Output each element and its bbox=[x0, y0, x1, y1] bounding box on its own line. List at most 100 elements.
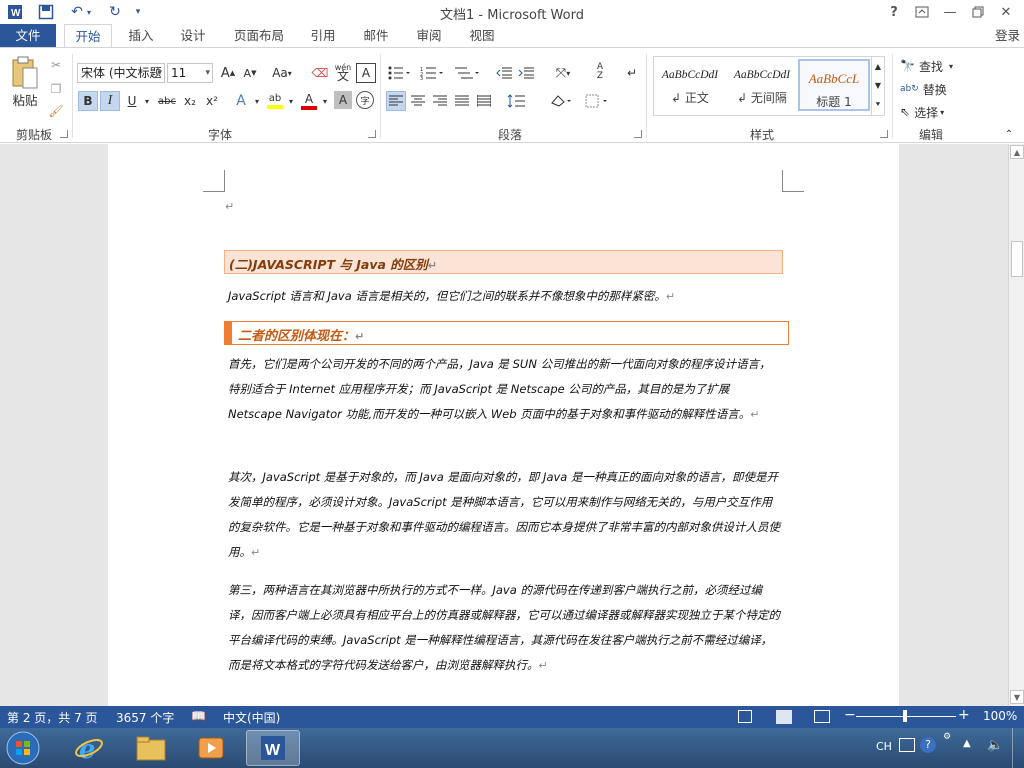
tab-review[interactable]: 审阅 bbox=[408, 24, 450, 48]
borders-icon[interactable] bbox=[582, 91, 612, 111]
cut-icon[interactable]: ✂ bbox=[46, 56, 66, 74]
find-button[interactable]: 🔭 查找 ▾ bbox=[900, 56, 964, 76]
highlight-button[interactable]: ab bbox=[264, 91, 286, 111]
distributed-icon[interactable] bbox=[474, 91, 494, 111]
bullets-button[interactable] bbox=[386, 63, 412, 83]
line-spacing-icon[interactable] bbox=[504, 91, 534, 111]
change-case-button[interactable]: Aa ▾ bbox=[266, 63, 298, 83]
justify-icon[interactable] bbox=[452, 91, 472, 111]
format-painter-icon[interactable]: 🖌 bbox=[46, 102, 66, 120]
character-border-button[interactable]: A bbox=[356, 63, 376, 83]
tab-references[interactable]: 引用 bbox=[302, 24, 344, 48]
login-link[interactable]: 登录 bbox=[995, 24, 1020, 48]
heading-1[interactable]: (二)JAVASCRIPT 与 Java 的区别↵ bbox=[224, 250, 783, 274]
copy-icon[interactable]: ❐ bbox=[46, 80, 66, 98]
style-no-spacing[interactable]: AaBbCcDdI ↲ 无间隔 bbox=[726, 59, 798, 111]
zoom-level[interactable]: 100% bbox=[983, 709, 1017, 723]
close-button[interactable]: ✕ bbox=[994, 2, 1018, 22]
word-count[interactable]: 3657 个字 bbox=[116, 709, 174, 726]
read-mode-icon[interactable] bbox=[738, 710, 752, 723]
scroll-thumb[interactable] bbox=[1011, 241, 1023, 277]
help-icon[interactable]: ? bbox=[920, 737, 936, 753]
document-area[interactable]: ↵ (二)JAVASCRIPT 与 Java 的区别↵ JavaScript 语… bbox=[0, 144, 1008, 706]
font-launcher-icon[interactable] bbox=[368, 130, 376, 138]
chinese-layout-icon[interactable]: ⤧ ▾ bbox=[548, 63, 578, 83]
increase-indent-icon[interactable] bbox=[516, 63, 536, 83]
zoom-out-button[interactable]: − bbox=[844, 707, 856, 723]
underline-button[interactable]: U bbox=[122, 91, 142, 111]
body-paragraph-2[interactable]: 其次，JavaScript 是基于对象的，而 Java 是面向对象的，即 Jav… bbox=[228, 465, 781, 565]
scroll-down-icon[interactable]: ▼ bbox=[1010, 690, 1024, 704]
restore-button[interactable] bbox=[966, 2, 990, 22]
paragraph-launcher-icon[interactable] bbox=[634, 130, 642, 138]
font-name-combo[interactable]: 宋体 (中文标题 ▾ bbox=[77, 63, 165, 83]
font-color-dropdown-icon[interactable]: ▾ bbox=[320, 91, 330, 111]
select-button[interactable]: ⇖ 选择 ▾ bbox=[900, 102, 964, 122]
scroll-up-icon[interactable]: ▲ bbox=[1010, 145, 1024, 159]
text-effects-dropdown-icon[interactable]: ▾ bbox=[252, 91, 262, 111]
style-heading-1[interactable]: AaBbCcL 标题 1 bbox=[798, 59, 870, 111]
replace-button[interactable]: ab↻ 替换 bbox=[900, 79, 964, 99]
tab-file[interactable]: 文件 bbox=[0, 24, 56, 48]
numbering-button[interactable]: 123 bbox=[418, 63, 446, 83]
tab-home[interactable]: 开始 bbox=[64, 24, 112, 48]
keyboard-icon[interactable] bbox=[899, 738, 915, 752]
subscript-button[interactable]: x₂ bbox=[180, 91, 200, 111]
phonetic-guide-button[interactable]: wén 文 bbox=[332, 61, 354, 83]
enclose-characters-button[interactable]: 字 bbox=[356, 91, 374, 109]
sort-icon[interactable]: AZ bbox=[590, 61, 610, 83]
tab-view[interactable]: 视图 bbox=[461, 24, 503, 48]
print-layout-icon[interactable] bbox=[776, 710, 792, 724]
intro-paragraph[interactable]: JavaScript 语言和 Java 语言是相关的，但它们之间的联系并不像想象… bbox=[228, 284, 781, 309]
web-layout-icon[interactable] bbox=[814, 710, 830, 723]
font-size-combo[interactable]: 11 ▾ bbox=[167, 63, 213, 83]
vertical-scrollbar[interactable]: ▲ ▼ bbox=[1008, 144, 1024, 706]
tab-page-layout[interactable]: 页面布局 bbox=[226, 24, 292, 48]
font-color-button[interactable]: A bbox=[298, 91, 320, 111]
superscript-button[interactable]: x² bbox=[202, 91, 222, 111]
styles-launcher-icon[interactable] bbox=[880, 130, 888, 138]
paste-button[interactable]: 粘贴 bbox=[6, 54, 44, 110]
show-hidden-icons-icon[interactable]: ▲ bbox=[963, 738, 971, 749]
ime-settings-icon[interactable]: ⚙ bbox=[943, 732, 951, 742]
tab-design[interactable]: 设计 bbox=[172, 24, 214, 48]
tab-insert[interactable]: 插入 bbox=[120, 24, 162, 48]
input-method-indicator[interactable]: CH bbox=[876, 740, 892, 753]
body-paragraph-3[interactable]: 第三，两种语言在其浏览器中所执行的方式不一样。Java 的源代码在传递到客户端执… bbox=[228, 578, 781, 678]
highlight-dropdown-icon[interactable]: ▾ bbox=[286, 91, 296, 111]
show-desktop-button[interactable] bbox=[1012, 728, 1024, 768]
taskbar-explorer[interactable] bbox=[124, 730, 178, 766]
minimize-button[interactable]: — bbox=[938, 2, 962, 22]
styles-scroll-down-icon[interactable]: ▼ bbox=[871, 76, 884, 95]
grow-font-button[interactable]: A ▲ bbox=[218, 63, 238, 83]
page-count[interactable]: 第 2 页，共 7 页 bbox=[7, 709, 98, 726]
style-normal[interactable]: AaBbCcDdI ↲ 正文 bbox=[654, 59, 726, 111]
styles-scroll-up-icon[interactable]: ▲ bbox=[871, 57, 884, 76]
decrease-indent-icon[interactable] bbox=[494, 63, 514, 83]
shading-icon[interactable] bbox=[546, 91, 576, 111]
collapse-ribbon-icon[interactable]: ⌃ bbox=[1002, 128, 1016, 140]
align-center-icon[interactable] bbox=[408, 91, 428, 111]
zoom-slider-thumb[interactable] bbox=[903, 710, 907, 722]
volume-icon[interactable]: 🔈 bbox=[987, 738, 1003, 753]
multilevel-list-button[interactable] bbox=[452, 63, 482, 83]
strikethrough-button[interactable]: abc bbox=[155, 91, 179, 111]
body-paragraph-1[interactable]: 首先，它们是两个公司开发的不同的两个产品，Java 是 SUN 公司推出的新一代… bbox=[228, 352, 781, 427]
align-left-icon[interactable] bbox=[386, 91, 406, 111]
tab-mailings[interactable]: 邮件 bbox=[355, 24, 397, 48]
taskbar-word[interactable]: W bbox=[246, 730, 300, 766]
document-page[interactable]: ↵ (二)JAVASCRIPT 与 Java 的区别↵ JavaScript 语… bbox=[108, 144, 899, 706]
zoom-in-button[interactable]: + bbox=[958, 707, 970, 723]
character-shading-button[interactable]: A bbox=[334, 91, 352, 109]
proofing-icon[interactable]: 📖 bbox=[191, 709, 206, 723]
underline-dropdown-icon[interactable]: ▾ bbox=[142, 91, 152, 111]
italic-button[interactable]: I bbox=[100, 91, 120, 111]
start-button[interactable] bbox=[0, 730, 46, 766]
taskbar-ie[interactable]: e bbox=[62, 730, 116, 766]
help-button[interactable]: ? bbox=[882, 2, 906, 22]
language[interactable]: 中文(中国) bbox=[223, 709, 280, 726]
bold-button[interactable]: B bbox=[78, 91, 98, 111]
ribbon-display-options-button[interactable] bbox=[910, 2, 934, 22]
text-effects-button[interactable]: A bbox=[230, 91, 252, 111]
clipboard-launcher-icon[interactable] bbox=[60, 130, 68, 138]
